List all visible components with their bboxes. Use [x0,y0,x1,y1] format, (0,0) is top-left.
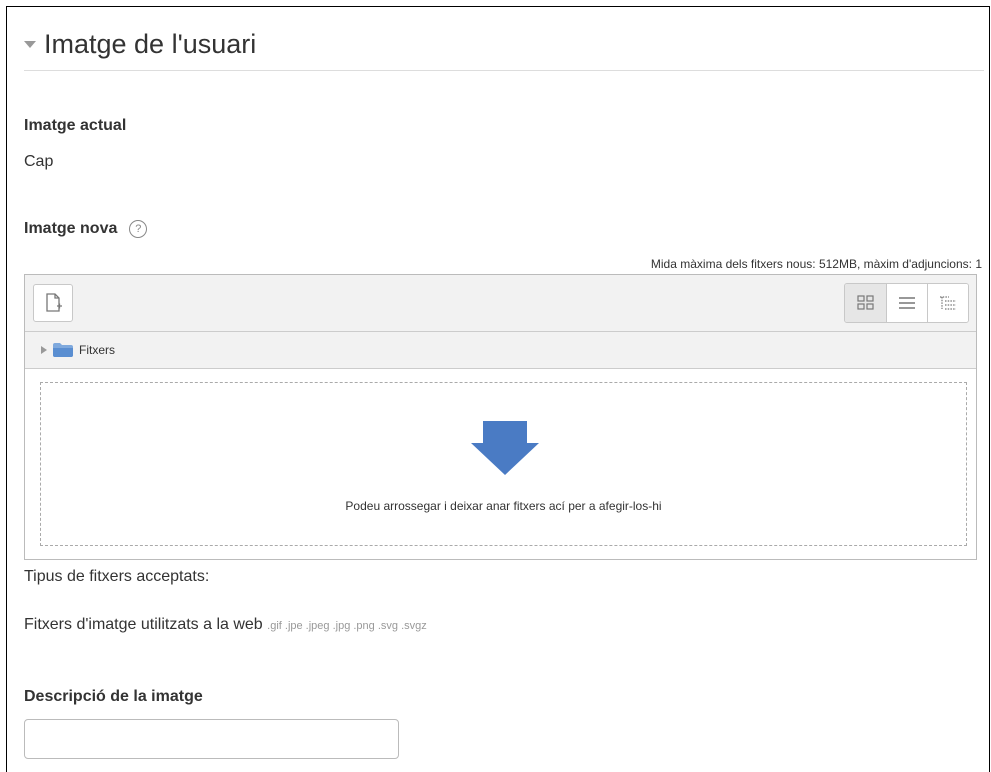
view-mode-group [844,283,969,323]
list-view-button[interactable] [886,284,927,322]
image-description-input[interactable] [24,719,399,759]
accepted-types-heading: Tipus de fitxers acceptats: [24,568,210,585]
accepted-types-line: Fitxers d'imatge utilitzats a la web .gi… [24,616,427,634]
current-image-label: Imatge actual [24,117,127,134]
description-label: Descripció de la imatge [24,688,203,705]
accepted-type-name: Fitxers d'imatge utilitzats a la web [24,616,263,633]
section-title: Imatge de l'usuari [44,29,257,59]
file-picker: Fitxers Podeu arrossegar i deixar anar f… [24,274,977,560]
folder-label[interactable]: Fitxers [79,343,115,357]
file-drop-zone[interactable]: Podeu arrossegar i deixar anar fitxers a… [40,382,967,546]
tree-view-button[interactable] [927,284,968,322]
grid-view-icon [856,295,874,310]
accepted-extensions: .gif .jpe .jpeg .jpg .png .svg .svgz [267,620,427,632]
file-picker-path-bar: Fitxers [25,332,976,369]
folder-icon [53,343,73,357]
icon-view-button[interactable] [845,284,886,322]
add-file-icon [46,293,62,312]
download-arrow-icon [471,421,539,475]
expand-arrow-icon[interactable] [41,346,47,354]
list-view-icon [899,297,915,309]
add-file-button[interactable] [33,284,73,322]
drop-zone-instructions: Podeu arrossegar i deixar anar fitxers a… [345,499,662,513]
file-picker-toolbar [25,275,976,332]
new-image-label-row: Imatge nova? [24,220,148,238]
new-image-label: Imatge nova [24,220,118,237]
tree-view-icon [940,296,956,310]
help-icon[interactable]: ? [129,220,148,238]
collapse-triangle-icon[interactable] [24,41,36,48]
section-header[interactable]: Imatge de l'usuari [24,28,984,71]
current-image-value: Cap [24,153,54,170]
max-size-info: Mida màxima dels fitxers nous: 512MB, mà… [650,257,982,271]
